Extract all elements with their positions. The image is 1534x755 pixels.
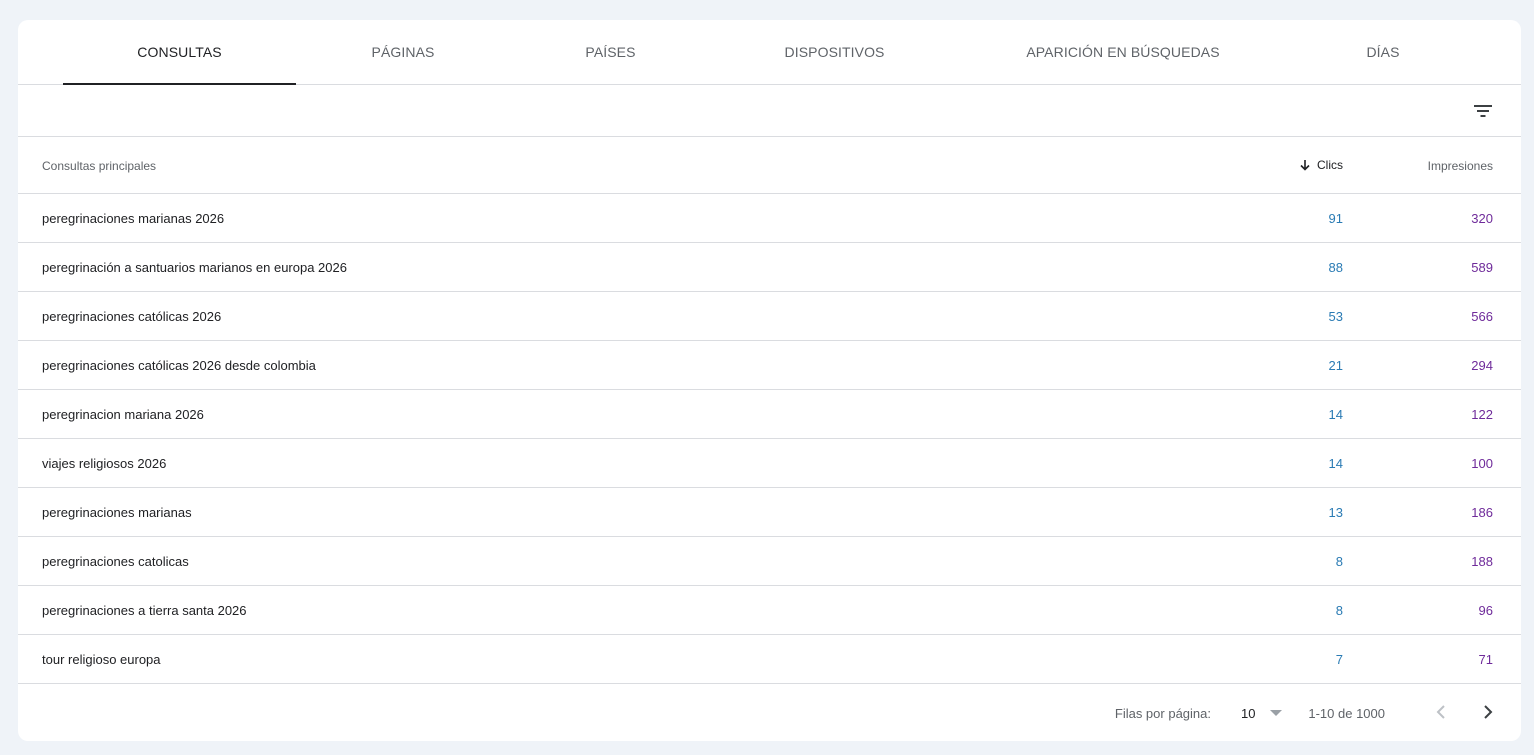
table-row[interactable]: peregrinaciones católicas 2026 53 566 [18,292,1521,341]
chevron-left-icon [1436,705,1445,719]
table-row[interactable]: peregrinaciones a tierra santa 2026 8 96 [18,586,1521,635]
row-impressions: 589 [1471,260,1493,275]
row-clicks: 88 [1328,260,1343,275]
row-query: peregrinaciones catolicas [42,554,189,569]
row-clicks: 13 [1328,505,1343,520]
rows-per-page-label: Filas por página: [1114,706,1211,721]
arrow-down-icon [1300,160,1310,171]
header-impressions[interactable]: Impresiones [1428,159,1493,173]
caret-down-icon [1270,710,1283,716]
rows-per-page-value: 10 [1241,705,1256,721]
row-clicks: 8 [1335,554,1343,569]
row-impressions: 186 [1471,505,1493,520]
table-row[interactable]: peregrinaciones catolicas 8 188 [18,537,1521,586]
previous-page-button[interactable] [1429,700,1453,724]
next-page-button[interactable] [1476,700,1500,724]
tab-dispositivos[interactable]: DISPOSITIVOS [738,20,931,84]
header-clicks-label: Clics [1317,158,1343,172]
row-impressions: 96 [1478,603,1493,618]
header-clicks-sort[interactable]: Clics [1299,158,1343,172]
row-impressions: 71 [1478,652,1493,667]
table-row[interactable]: peregrinación a santuarios marianos en e… [18,243,1521,292]
row-clicks: 8 [1335,603,1343,618]
row-impressions: 566 [1471,309,1493,324]
row-clicks: 53 [1328,309,1343,324]
table-row[interactable]: peregrinacion mariana 2026 14 122 [18,390,1521,439]
table-body: peregrinaciones marianas 2026 91 320 per… [18,194,1521,684]
row-query: peregrinaciones marianas [42,505,192,520]
row-clicks: 91 [1328,211,1343,226]
tab-paginas[interactable]: PÁGINAS [318,20,488,84]
row-query: tour religioso europa [42,652,161,667]
table-header: Consultas principales Clics Impresiones [18,137,1521,194]
performance-card: CONSULTAS PÁGINAS PAÍSES DISPOSITIVOS AP… [18,20,1521,741]
row-query: peregrinaciones marianas 2026 [42,211,225,226]
table-toolbar [18,85,1521,137]
header-query: Consultas principales [42,159,157,173]
row-impressions: 320 [1471,211,1493,226]
tab-bar: CONSULTAS PÁGINAS PAÍSES DISPOSITIVOS AP… [18,20,1521,85]
row-query: peregrinación a santuarios marianos en e… [42,260,347,275]
filter-button[interactable] [1469,97,1497,125]
filter-list-icon [1474,105,1492,117]
table-row[interactable]: peregrinaciones católicas 2026 desde col… [18,341,1521,390]
tab-dias[interactable]: DÍAS [1308,20,1458,84]
tab-paises[interactable]: PAÍSES [528,20,693,84]
pagination-range: 1-10 de 1000 [1308,706,1385,721]
table-pagination: Filas por página: 10 1-10 de 1000 [18,684,1521,741]
table-row[interactable]: viajes religiosos 2026 14 100 [18,439,1521,488]
row-query: peregrinaciones católicas 2026 [42,309,222,324]
table-row[interactable]: peregrinaciones marianas 13 186 [18,488,1521,537]
rows-per-page-select[interactable]: 10 [1237,702,1287,724]
row-impressions: 100 [1471,456,1493,471]
row-query: peregrinaciones católicas 2026 desde col… [42,358,316,373]
row-query: viajes religiosos 2026 [42,456,167,471]
table-row[interactable]: tour religioso europa 7 71 [18,635,1521,684]
row-clicks: 14 [1328,456,1343,471]
row-impressions: 122 [1471,407,1493,422]
row-clicks: 14 [1328,407,1343,422]
row-clicks: 21 [1328,358,1343,373]
tab-aparicion-en-busquedas[interactable]: APARICIÓN EN BÚSQUEDAS [1008,20,1238,84]
chevron-right-icon [1484,705,1493,719]
tab-consultas[interactable]: CONSULTAS [63,20,296,85]
row-impressions: 294 [1471,358,1493,373]
row-query: peregrinacion mariana 2026 [42,407,204,422]
row-impressions: 188 [1471,554,1493,569]
table-row[interactable]: peregrinaciones marianas 2026 91 320 [18,194,1521,243]
row-query: peregrinaciones a tierra santa 2026 [42,603,247,618]
row-clicks: 7 [1335,652,1343,667]
